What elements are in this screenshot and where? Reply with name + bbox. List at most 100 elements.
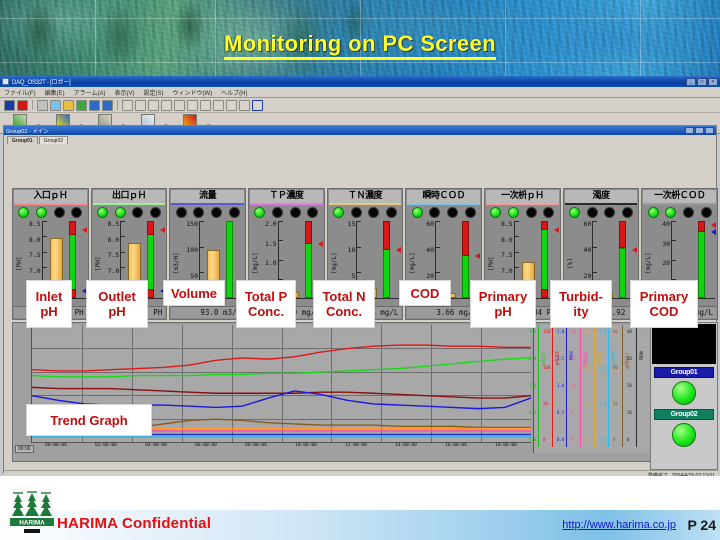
gauge-alarm-high-bar — [147, 221, 155, 235]
menu-item-edit[interactable]: 編集(E) — [45, 88, 65, 97]
menu-item-alarm[interactable]: アラーム(A) — [74, 88, 106, 97]
gauge-title: 一次枡ＣＯＤ — [643, 190, 717, 203]
callout-label: Total N Conc. — [313, 280, 375, 328]
gauge-title: ＴＮ濃度 — [328, 190, 402, 203]
gauge-tick-label: 8.5 — [500, 220, 513, 228]
menu-item-help[interactable]: ヘルプ(H) — [221, 88, 247, 97]
gauge-tick-label: 40 — [662, 220, 671, 228]
gauge-tick-label: 1.0 — [264, 259, 277, 267]
monitor-icon[interactable] — [89, 99, 100, 111]
trend-axis-line — [566, 325, 567, 447]
monitor-alt-icon[interactable] — [102, 99, 113, 111]
led-off-icon — [272, 207, 283, 218]
export-icon[interactable] — [239, 99, 250, 111]
led-on-icon — [508, 207, 520, 218]
led-off-icon — [193, 207, 205, 218]
menu-item-window[interactable]: ウィンドウ(W) — [173, 88, 213, 97]
group-status-group02[interactable]: Group02 — [654, 409, 714, 448]
gauge-alarm-high-bar — [619, 221, 627, 248]
menu-item-view[interactable]: 表示(V) — [115, 88, 135, 97]
led-off-icon — [175, 207, 187, 218]
led-off-icon — [586, 207, 598, 218]
led-on-icon — [114, 207, 126, 218]
maximize-button[interactable]: □ — [697, 77, 707, 86]
callout-label-line: COD — [410, 285, 440, 301]
callout-label: Primary COD — [630, 280, 698, 328]
trend-axis-tick-label: 10 — [571, 383, 576, 388]
group-label: Group02 — [654, 409, 714, 420]
print-icon[interactable] — [37, 99, 48, 111]
page-number: P 24 — [687, 517, 716, 533]
led-off-icon — [464, 207, 476, 218]
trend-axis-tick-label: 10 — [627, 410, 632, 415]
trend-axis-tick-label: 6.0 — [529, 410, 537, 415]
trend-x-tick-label: 12:00:00 — [345, 443, 367, 448]
trend-x-tick-label: 08:00:00 — [245, 443, 267, 448]
tab-group02[interactable]: Group02 — [38, 136, 69, 144]
tab-group01[interactable]: Group01 — [7, 136, 38, 144]
gauge-high-limit-marker-icon — [396, 247, 402, 254]
menu-item-settings[interactable]: 設定(S) — [144, 88, 164, 97]
led-off-icon — [71, 207, 83, 218]
save-icon[interactable] — [4, 99, 15, 111]
gauge-tick-label: 8.5 — [28, 220, 41, 228]
callout-label-line: pH — [40, 304, 58, 319]
open-icon[interactable] — [50, 99, 61, 111]
gauge-title: ＴＰ濃度 — [250, 190, 323, 203]
trend-x-axis: 00:00:00 02:00:00 04:00:00 06:00:00 08:00:00… — [31, 443, 531, 453]
trend-axis-tick-label: 7.0 — [529, 383, 537, 388]
trend-axis-label: TN濃度 — [596, 351, 601, 366]
grid-icon[interactable] — [226, 99, 237, 111]
trend-x-tick-label: 06:00:00 — [195, 443, 217, 448]
zoom-out-icon[interactable] — [135, 99, 146, 111]
trend-series-line — [32, 357, 531, 378]
gauge-high-limit-marker-icon — [711, 221, 717, 228]
gauge-tick-label: 40 — [426, 246, 435, 254]
help-icon[interactable] — [252, 99, 263, 111]
toolbar-separator — [32, 100, 33, 110]
cursor-icon[interactable] — [200, 99, 211, 111]
callout-label-line: pH — [494, 304, 512, 319]
play-icon[interactable] — [76, 99, 87, 111]
callout-label-line: Total P — [244, 289, 288, 304]
trend-x-tick-label: 00:00:00 — [45, 443, 67, 448]
gauge-title: 濁度 — [564, 190, 638, 203]
menu-item-file[interactable]: ファイル(F) — [4, 88, 36, 97]
company-url-link[interactable]: http://www.harima.co.jp — [562, 519, 676, 531]
gauge-high-limit-marker-icon — [475, 252, 481, 259]
mdi-maximize-button[interactable] — [695, 127, 704, 134]
close-button[interactable]: × — [708, 77, 718, 86]
gauge-alarm-high-bar — [304, 221, 312, 245]
gauge-high-limit-marker-icon — [632, 246, 638, 253]
mdi-close-button[interactable] — [705, 127, 714, 134]
gauge-tick-label: 7.0 — [28, 266, 41, 275]
next-icon[interactable] — [161, 99, 172, 111]
gauge-tick-label: 100 — [186, 246, 199, 254]
folder-icon[interactable] — [63, 99, 74, 111]
prev-icon[interactable] — [148, 99, 159, 111]
callout-label-line: COD — [649, 304, 679, 319]
scale-icon[interactable] — [213, 99, 224, 111]
stop-icon[interactable] — [17, 99, 28, 111]
status-lamp-icon — [672, 423, 696, 447]
callout-label: COD — [399, 280, 451, 306]
gauge-alarm-leds — [171, 205, 244, 219]
led-off-icon — [429, 207, 441, 218]
gauge-alarm-leds — [565, 205, 638, 219]
first-icon[interactable] — [174, 99, 185, 111]
led-off-icon — [307, 207, 319, 218]
minimize-button[interactable]: _ — [686, 77, 696, 86]
trend-axis-tick-label: 5.0 — [529, 437, 537, 442]
window-title: DAQ_OS32T - [ロガー] — [12, 80, 71, 86]
callout-label-line: Inlet — [35, 289, 63, 304]
led-off-icon — [683, 207, 695, 218]
trend-graph-panel: 00:00:00 02:00:00 04:00:00 06:00:00 08:00:00… — [12, 322, 718, 462]
mdi-minimize-button[interactable] — [685, 127, 694, 134]
trend-axis-tick-label: 0.5 — [557, 410, 565, 415]
trend-axis-line — [594, 325, 595, 447]
group-status-group01[interactable]: Group01 — [654, 367, 714, 406]
last-icon[interactable] — [187, 99, 198, 111]
confidential-notice: HARIMA Confidential — [57, 515, 212, 532]
gauge-alarm-leds — [486, 205, 559, 219]
zoom-in-icon[interactable] — [122, 99, 133, 111]
